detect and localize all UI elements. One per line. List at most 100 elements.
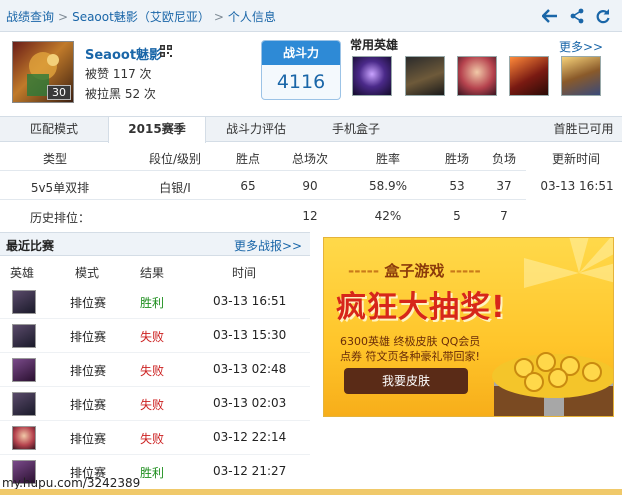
top-bar: 战绩查询 > Seaoot魅影（艾欧尼亚） > 个人信息 (0, 0, 622, 32)
match-mode: 排位赛 (70, 296, 107, 310)
refresh-icon[interactable] (592, 5, 614, 27)
hero-portrait[interactable] (405, 56, 445, 96)
stats-points: 65 (240, 179, 256, 193)
recent-matches-title: 最近比赛 (6, 239, 55, 253)
recent-matches-header: 最近比赛 更多战报>> (0, 232, 310, 256)
match-time: 03-13 15:30 (213, 328, 287, 342)
match-mode: 排位赛 (70, 364, 107, 378)
hero-icon (12, 426, 36, 450)
sunburst-icon (524, 238, 613, 288)
tab-season-2015[interactable]: 2015赛季 (108, 117, 206, 143)
col-header-result: 结果 (140, 266, 165, 280)
history-total: 12 (302, 209, 318, 223)
likes-count: 被赞 117 次 (85, 67, 152, 81)
stats-header-wins: 胜场 (444, 152, 469, 166)
hero-icon (12, 290, 36, 314)
match-row[interactable]: 排位赛 失败 03-12 22:14 (0, 421, 310, 455)
hero-portrait[interactable] (561, 56, 601, 96)
hero-icon (12, 392, 36, 416)
match-mode: 排位赛 (70, 432, 107, 446)
back-arrow-icon[interactable] (539, 5, 561, 27)
match-result: 失败 (140, 432, 165, 446)
match-result: 胜利 (140, 296, 165, 310)
tab-match-mode[interactable]: 匹配模式 (0, 117, 108, 142)
tab-mobile-box[interactable]: 手机盒子 (306, 117, 406, 142)
history-wins: 5 (453, 209, 461, 223)
match-row[interactable]: 排位赛 失败 03-13 02:03 (0, 387, 310, 421)
match-result: 失败 (140, 398, 165, 412)
breadcrumb-item-stats[interactable]: 战绩查询 (6, 10, 54, 24)
tab-bar: 匹配模式 2015赛季 战斗力评估 手机盒子 首胜已可用 (0, 116, 622, 143)
match-time: 03-13 16:51 (213, 294, 287, 308)
row-divider (0, 170, 526, 171)
player-name[interactable]: Seaoot魅影 (85, 44, 162, 63)
col-header-time: 时间 (232, 266, 257, 280)
watermark-url: my.hupu.com/3242389 (2, 476, 141, 490)
stats-losses: 37 (496, 179, 512, 193)
match-result: 失败 (140, 364, 165, 378)
stats-header-rank: 段位/级别 (148, 152, 202, 166)
blacklist-count: 被拉黑 52 次 (85, 87, 156, 101)
breadcrumb-separator: > (213, 10, 224, 24)
stats-header-total: 总场次 (291, 152, 328, 166)
stats-updated: 03-13 16:51 (540, 179, 614, 193)
ad-headline: 疯狂大抽奖! (336, 290, 506, 325)
history-rank-label: 历史排位： (30, 211, 91, 225)
ad-title-text: 盒子游戏 (384, 262, 445, 280)
history-winrate: 42% (374, 209, 402, 223)
match-time: 03-13 02:03 (213, 396, 287, 410)
breadcrumb: 战绩查询 > Seaoot魅影（艾欧尼亚） > 个人信息 (6, 8, 276, 25)
stats-header-losses: 负场 (491, 152, 516, 166)
promo-banner[interactable]: ----- 盒子游戏 ----- 疯狂大抽奖! 6300英雄 终极皮肤 QQ会员… (323, 237, 614, 417)
match-row[interactable]: 排位赛 胜利 03-13 16:51 (0, 285, 310, 319)
ad-title: ----- 盒子游戏 ----- (348, 262, 481, 280)
breadcrumb-item-profile: 个人信息 (227, 10, 276, 24)
qr-code-icon[interactable] (160, 45, 172, 60)
more-reports-link[interactable]: 更多战报>> (234, 237, 302, 254)
match-result: 失败 (140, 330, 165, 344)
stats-header-updated: 更新时间 (551, 152, 600, 166)
more-heroes-link[interactable]: 更多>> (559, 38, 603, 55)
history-losses: 7 (500, 209, 508, 223)
breadcrumb-item-player[interactable]: Seaoot魅影（艾欧尼亚） (72, 10, 210, 24)
match-time: 03-12 22:14 (213, 430, 287, 444)
bottom-strip (0, 489, 622, 495)
profile-avatar: 30 (12, 41, 74, 103)
power-label: 战斗力 (262, 41, 340, 65)
stats-header-points: 胜点 (235, 152, 260, 166)
stats-type: 5v5单双排 (30, 181, 90, 195)
power-value: 4116 (276, 71, 326, 93)
ad-cta-button[interactable]: 我要皮肤 (344, 368, 468, 394)
first-win-status: 首胜已可用 (553, 122, 614, 136)
hero-icon (12, 358, 36, 382)
breadcrumb-separator: > (58, 10, 69, 24)
stats-rank: 白银/I (159, 181, 191, 195)
frequent-heroes-title: 常用英雄 (350, 38, 399, 52)
stats-total: 90 (302, 179, 318, 193)
ad-line-1: 6300英雄 终极皮肤 QQ会员 (340, 335, 481, 348)
match-time: 03-13 02:48 (213, 362, 287, 376)
ad-line-2: 点券 符文页各种豪礼带回家! (340, 350, 480, 363)
share-icon[interactable] (566, 5, 588, 27)
match-time: 03-12 21:27 (213, 464, 287, 478)
stats-header-winrate: 胜率 (375, 152, 400, 166)
stats-header-type: 类型 (42, 152, 67, 166)
match-row[interactable]: 排位赛 失败 03-13 02:48 (0, 353, 310, 387)
stats-wins: 53 (449, 179, 465, 193)
hero-portrait[interactable] (509, 56, 549, 96)
hero-icon (12, 324, 36, 348)
col-header-hero: 英雄 (10, 266, 35, 280)
tab-power-evaluation[interactable]: 战斗力评估 (206, 117, 306, 142)
power-score-box: 战斗力 4116 (261, 40, 341, 100)
match-mode: 排位赛 (70, 330, 107, 344)
col-header-mode: 模式 (75, 266, 100, 280)
match-row[interactable]: 排位赛 失败 03-13 15:30 (0, 319, 310, 353)
stats-winrate: 58.9% (368, 179, 408, 193)
hero-portrait[interactable] (352, 56, 392, 96)
match-mode: 排位赛 (70, 398, 107, 412)
match-result: 胜利 (140, 466, 165, 480)
row-divider (0, 199, 526, 200)
treasure-chest-icon (492, 352, 613, 416)
hero-portrait[interactable] (457, 56, 497, 96)
level-badge: 30 (47, 85, 71, 100)
